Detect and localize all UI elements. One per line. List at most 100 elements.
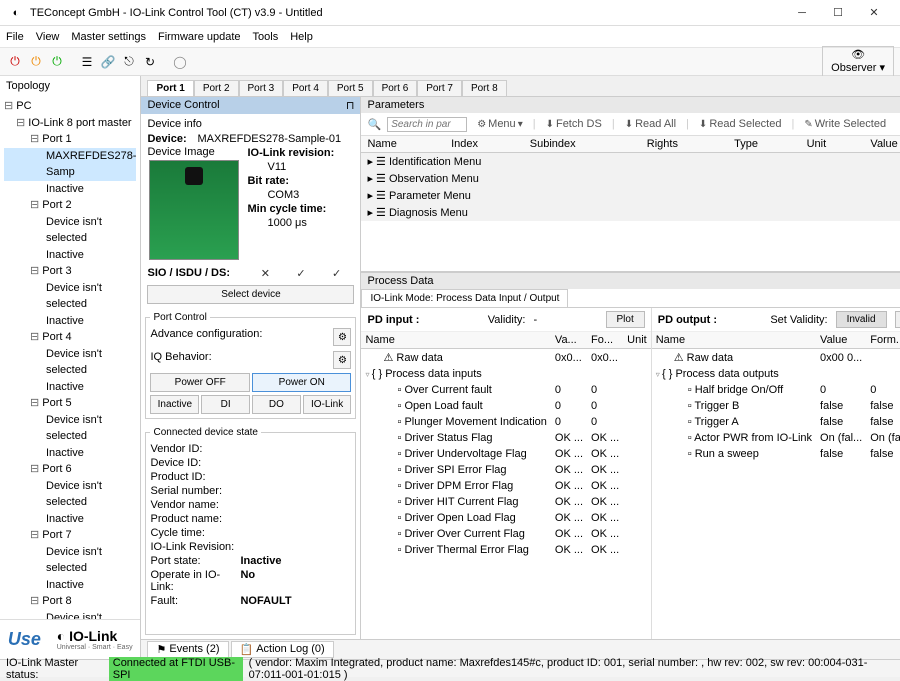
- menu-master-settings[interactable]: Master settings: [71, 31, 146, 43]
- menu-button[interactable]: ⚙ Menu ▾: [473, 116, 527, 132]
- pd-input-row[interactable]: ▫ Driver Open Load FlagOK ...OK ...: [361, 510, 650, 526]
- app-icon: ◐: [8, 5, 24, 21]
- tree-item[interactable]: Device isn't selected: [4, 214, 136, 247]
- pd-output-row[interactable]: ▫ Run a sweepfalsefalse: [652, 446, 900, 462]
- tree-port[interactable]: Port 5: [4, 395, 136, 412]
- param-row[interactable]: ▸ ☰ Parameter Menu: [361, 187, 900, 204]
- toolbar-power-orange-icon[interactable]: ⏻: [27, 53, 45, 71]
- tree-item[interactable]: Device isn't selected: [4, 346, 136, 379]
- pd-input-row[interactable]: ▫ Driver Status FlagOK ...OK ...: [361, 430, 650, 446]
- tree-item[interactable]: Inactive: [4, 181, 136, 198]
- toolbar-power-green-icon[interactable]: ⏻: [48, 53, 66, 71]
- write-selected-button[interactable]: ✎ Write Selected: [800, 116, 890, 132]
- port-tab[interactable]: Port 2: [194, 80, 239, 96]
- tree-item[interactable]: Device isn't selected: [4, 280, 136, 313]
- tree-item[interactable]: Inactive: [4, 511, 136, 528]
- pin-icon[interactable]: ⊓: [346, 99, 355, 112]
- action-log-tab[interactable]: 📋 Action Log (0): [231, 641, 334, 658]
- tree-port[interactable]: Port 7: [4, 527, 136, 544]
- param-row[interactable]: ▸ ☰ Diagnosis Menu: [361, 204, 900, 221]
- pd-input-row[interactable]: ▫ Driver Over Current FlagOK ...OK ...: [361, 526, 650, 542]
- device-value: MAXREFDES278-Sample-01: [197, 133, 341, 145]
- port-tab[interactable]: Port 1: [147, 80, 193, 96]
- tree-root[interactable]: PC: [4, 98, 136, 115]
- observer-toggle[interactable]: 👁 Observer ▾: [822, 46, 894, 76]
- tree-port[interactable]: Port 3: [4, 263, 136, 280]
- plot-button[interactable]: Plot: [606, 311, 645, 328]
- port-tab[interactable]: Port 3: [239, 80, 284, 96]
- tree-item[interactable]: Inactive: [4, 379, 136, 396]
- read-all-button[interactable]: ⬇ Read All: [621, 116, 680, 132]
- pd-input-row[interactable]: ▫ Driver Undervoltage FlagOK ...OK ...: [361, 446, 650, 462]
- invalid-button[interactable]: Invalid: [836, 311, 887, 328]
- tree-port[interactable]: Port 6: [4, 461, 136, 478]
- tree-item[interactable]: Inactive: [4, 577, 136, 594]
- search-input[interactable]: [387, 117, 467, 132]
- pd-input-row[interactable]: ▫ Driver Thermal Error FlagOK ...OK ...: [361, 542, 650, 558]
- pd-output-row[interactable]: ▫ Trigger Afalsefalse: [652, 414, 900, 430]
- tree-port[interactable]: Port 2: [4, 197, 136, 214]
- toolbar-power-red-icon[interactable]: ⏻: [6, 53, 24, 71]
- menu-view[interactable]: View: [36, 31, 60, 43]
- menu-help[interactable]: Help: [290, 31, 313, 43]
- minimize-button[interactable]: ─: [784, 0, 820, 26]
- tree-item[interactable]: Inactive: [4, 247, 136, 264]
- pd-mode-tab[interactable]: IO-Link Mode: Process Data Input / Outpu…: [361, 289, 568, 307]
- toolbar-link-icon[interactable]: 🔗: [99, 53, 117, 71]
- adv-config-gear-icon[interactable]: ⚙: [333, 328, 351, 346]
- param-row[interactable]: ▸ ☰ Observation Menu: [361, 170, 900, 187]
- device-image: [149, 160, 239, 260]
- valid-button[interactable]: Valid: [895, 311, 900, 328]
- port-tab[interactable]: Port 6: [373, 80, 418, 96]
- tree-item[interactable]: Device isn't selected: [4, 478, 136, 511]
- tree-master[interactable]: IO-Link 8 port master: [4, 115, 136, 132]
- iq-behavior-gear-icon[interactable]: ⚙: [333, 351, 351, 369]
- tree-port[interactable]: Port 1: [4, 131, 136, 148]
- port-tab[interactable]: Port 5: [328, 80, 373, 96]
- menu-tools[interactable]: Tools: [253, 31, 279, 43]
- port-tab[interactable]: Port 7: [417, 80, 462, 96]
- tree-item[interactable]: MAXREFDES278-Samp: [4, 148, 136, 181]
- port-tab[interactable]: Port 8: [462, 80, 507, 96]
- toolbar-usb-icon[interactable]: ⎋: [120, 53, 138, 71]
- pd-input-row[interactable]: ▫ Open Load fault00: [361, 398, 650, 414]
- tree-port[interactable]: Port 8: [4, 593, 136, 610]
- device-image-label: Device Image: [147, 146, 241, 158]
- port-tab[interactable]: Port 4: [283, 80, 328, 96]
- tree-item[interactable]: Device isn't selected: [4, 544, 136, 577]
- tree-item[interactable]: Inactive: [4, 313, 136, 330]
- toolbar-refresh-icon[interactable]: ↻: [141, 53, 159, 71]
- pd-output-row[interactable]: ▫ Actor PWR from IO-LinkOn (fal...On (fa…: [652, 430, 900, 446]
- pd-output-row[interactable]: ▫ Half bridge On/Off00: [652, 382, 900, 398]
- param-row[interactable]: ▸ ☰ Identification Menu: [361, 153, 900, 171]
- inactive-button[interactable]: Inactive: [150, 395, 199, 414]
- iolink-button[interactable]: IO-Link: [303, 395, 352, 414]
- tree-port[interactable]: Port 4: [4, 329, 136, 346]
- power-off-button[interactable]: Power OFF: [150, 373, 250, 392]
- close-button[interactable]: ✕: [856, 0, 892, 26]
- menu-firmware-update[interactable]: Firmware update: [158, 31, 241, 43]
- select-device-button[interactable]: Select device: [147, 285, 354, 304]
- device-control-header: Device Control: [147, 99, 219, 112]
- power-on-button[interactable]: Power ON: [252, 373, 352, 392]
- tree-item[interactable]: Inactive: [4, 445, 136, 462]
- toolbar-circle-icon[interactable]: ◯: [171, 53, 189, 71]
- pd-input-row[interactable]: ▫ Plunger Movement Indication00: [361, 414, 650, 430]
- do-button[interactable]: DO: [252, 395, 301, 414]
- menu-file[interactable]: File: [6, 31, 24, 43]
- fetch-ds-button[interactable]: ⬇ Fetch DS: [542, 116, 606, 132]
- toolbar-tree-icon[interactable]: ☰: [78, 53, 96, 71]
- di-button[interactable]: DI: [201, 395, 250, 414]
- events-tab[interactable]: ⚑ Events (2): [147, 641, 228, 658]
- pd-input-row[interactable]: ▫ Over Current fault00: [361, 382, 650, 398]
- maximize-button[interactable]: ☐: [820, 0, 856, 26]
- pd-input-row[interactable]: ▫ Driver HIT Current FlagOK ...OK ...: [361, 494, 650, 510]
- pd-input-row[interactable]: ▫ Driver SPI Error FlagOK ...OK ...: [361, 462, 650, 478]
- read-selected-button[interactable]: ⬇ Read Selected: [695, 116, 786, 132]
- sio-label: SIO / ISDU / DS:: [147, 267, 247, 280]
- tree-item[interactable]: Device isn't selected: [4, 412, 136, 445]
- tree-item[interactable]: Device isn't selected: [4, 610, 136, 620]
- pd-output-row[interactable]: ▫ Trigger Bfalsefalse: [652, 398, 900, 414]
- parameters-header: Parameters: [361, 97, 900, 113]
- pd-input-row[interactable]: ▫ Driver DPM Error FlagOK ...OK ...: [361, 478, 650, 494]
